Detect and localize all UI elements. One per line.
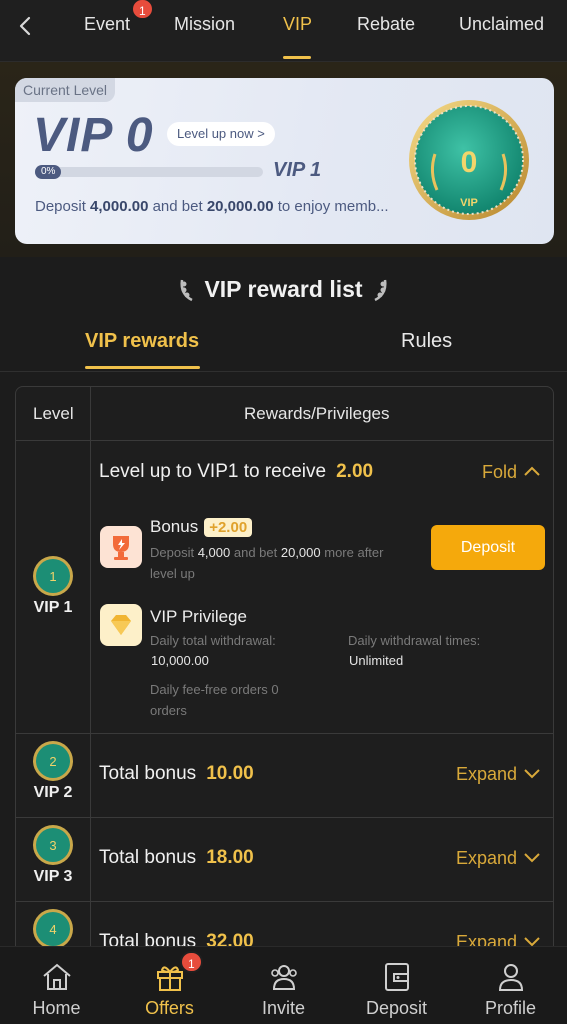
svg-text:1: 1 — [49, 569, 56, 584]
level-progress-bar — [35, 167, 263, 177]
current-level-card: Current Level VIP 0 Level up now > 0% VI… — [15, 78, 554, 244]
withdrawal-times-value: Unlimited — [349, 653, 404, 668]
table-header: Level Rewards/Privileges — [16, 387, 553, 441]
nav-deposit[interactable]: Deposit — [340, 959, 453, 1019]
table-row-vip2: 2 VIP 2 Total bonus 10.00 Expand — [16, 734, 553, 818]
level-cell: 4 — [16, 908, 90, 950]
row-title: Total bonus 10.00 — [99, 763, 254, 784]
column-header-level: Level — [33, 404, 74, 423]
nav-offers[interactable]: Offers — [113, 959, 226, 1019]
level-cell: 2 VIP 2 — [16, 740, 90, 802]
svg-text:VIP: VIP — [460, 197, 478, 209]
vip4-medal-icon: 4 — [33, 909, 73, 949]
vip3-medal-icon: 3 — [33, 825, 73, 865]
nav-profile[interactable]: Profile — [454, 959, 567, 1019]
svg-text:4: 4 — [49, 922, 56, 937]
trophy-icon — [100, 526, 142, 568]
level-up-now-button[interactable]: Level up now > — [167, 122, 275, 146]
vip2-medal-icon: 2 — [33, 741, 73, 781]
laurel-right-icon — [374, 279, 387, 302]
event-notification-badge: 1 — [131, 0, 154, 20]
level-cell: 1 VIP 1 — [16, 555, 90, 617]
tab-vip-rewards[interactable]: VIP rewards — [85, 330, 199, 353]
nav-invite-label: Invite — [261, 998, 306, 1018]
vip-reward-list-heading: VIP reward list — [0, 276, 567, 303]
svg-text:2: 2 — [49, 754, 56, 769]
laurel-left-icon — [180, 279, 193, 302]
table-row-vip3: 3 VIP 3 Total bonus 18.00 Expand — [16, 818, 553, 902]
nav-deposit-label: Deposit — [365, 998, 428, 1018]
tab-rules[interactable]: Rules — [401, 330, 452, 353]
column-header-rewards: Rewards/Privileges — [244, 404, 390, 423]
expand-toggle[interactable]: Expand — [456, 848, 541, 869]
bottom-navigation: Home Offers 1 Invite Deposit Profile — [0, 946, 567, 1024]
vip-privilege-title: VIP Privilege — [150, 607, 248, 626]
wallet-icon — [384, 963, 409, 991]
svg-text:0: 0 — [461, 146, 478, 179]
vip1-medal-icon: 1 — [33, 556, 73, 596]
chevron-down-icon — [524, 769, 540, 779]
back-arrow-icon[interactable] — [14, 14, 38, 38]
offers-notification-badge: 1 — [180, 951, 203, 973]
divider — [0, 371, 567, 372]
people-icon — [270, 965, 297, 990]
level-label: VIP 1 — [33, 599, 73, 616]
level-cell: 3 VIP 3 — [16, 824, 90, 886]
home-icon — [42, 963, 71, 990]
tab-vip[interactable]: VIP — [283, 14, 312, 35]
bonus-amount-badge: +2.00 — [204, 518, 253, 537]
level-requirement-text: Deposit 4,000.00 and bet 20,000.00 to en… — [35, 198, 389, 215]
person-icon — [498, 964, 523, 991]
table-row-vip1: 1 VIP 1 Level up to VIP1 to receive 2.00 … — [16, 441, 553, 734]
chevron-down-icon — [524, 853, 540, 863]
nav-home[interactable]: Home — [0, 959, 113, 1019]
deposit-button[interactable]: Deposit — [431, 525, 545, 570]
bonus-title: Bonus +2.00 — [150, 517, 253, 537]
fee-free-orders: Daily fee-free orders 0 orders — [150, 682, 279, 718]
subtab-indicator — [85, 366, 200, 369]
row-title: Total bonus 18.00 — [99, 847, 254, 868]
chevron-up-icon — [524, 466, 540, 476]
withdrawal-label: Daily total withdrawal: — [150, 633, 276, 648]
current-vip-level: VIP 0 — [33, 109, 154, 162]
tab-unclaimed[interactable]: Unclaimed — [459, 14, 544, 35]
bonus-requirement: Deposit 4,000 and bet 20,000 more after l… — [150, 545, 384, 581]
tab-event[interactable]: Event — [84, 14, 130, 35]
tab-rebate[interactable]: Rebate — [357, 14, 415, 35]
nav-profile-label: Profile — [484, 998, 537, 1018]
level-label: VIP 3 — [33, 868, 73, 885]
vip-reward-table: Level Rewards/Privileges 1 VIP 1 Level u… — [15, 386, 554, 956]
expand-toggle[interactable]: Expand — [456, 764, 541, 785]
vip-medal-icon: 0 VIP — [409, 100, 529, 220]
row-title: Level up to VIP1 to receive 2.00 — [99, 461, 374, 482]
top-navigation: Event 1 Mission VIP Rebate Unclaimed — [0, 0, 567, 62]
nav-home-label: Home — [32, 998, 81, 1018]
nav-invite[interactable]: Invite — [227, 959, 340, 1019]
withdrawal-value: 10,000.00 — [151, 653, 209, 668]
svg-text:3: 3 — [49, 838, 56, 853]
tab-mission[interactable]: Mission — [174, 14, 235, 35]
active-tab-indicator — [283, 56, 311, 59]
fold-toggle[interactable]: Fold — [482, 462, 541, 483]
level-label: VIP 2 — [33, 784, 73, 801]
diamond-icon — [100, 604, 142, 646]
nav-offers-label: Offers — [145, 998, 194, 1018]
current-level-tag: Current Level — [15, 78, 116, 102]
progress-percent: 0% — [35, 165, 62, 179]
withdrawal-times-label: Daily withdrawal times: — [348, 633, 481, 648]
next-vip-level: VIP 1 — [273, 159, 322, 181]
